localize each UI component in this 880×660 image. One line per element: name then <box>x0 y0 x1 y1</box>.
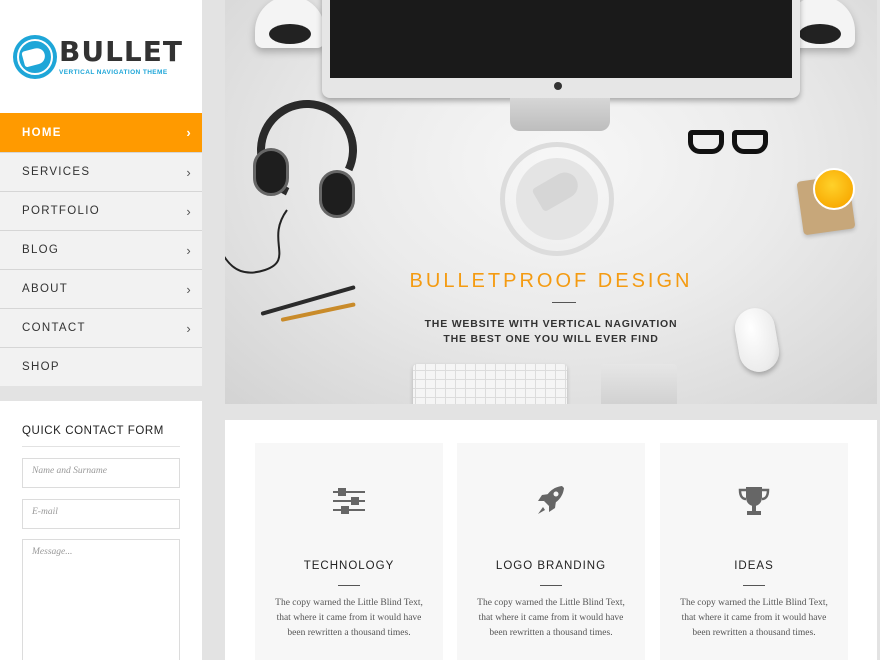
nav-item-label: SERVICES <box>22 166 91 178</box>
glasses-image <box>688 128 774 158</box>
chevron-right-icon: › <box>186 281 192 297</box>
brand-tagline: VERTICAL NAVIGATION THEME <box>59 69 168 76</box>
form-title: QUICK CONTACT FORM <box>22 425 180 447</box>
nav-item-portfolio[interactable]: PORTFOLIO › <box>0 191 202 230</box>
juice-glass-image <box>813 168 855 210</box>
hero-title: BULLETPROOF DESIGN <box>409 270 693 292</box>
email-field[interactable]: E-mail <box>22 499 180 529</box>
sidebar: BULLET VERTICAL NAVIGATION THEME HOME › … <box>0 0 202 660</box>
keyboard-image <box>413 364 567 404</box>
monitor-image <box>322 0 800 98</box>
brand-name: BULLET <box>59 35 183 68</box>
nav-item-label: HOME <box>22 126 62 139</box>
nav-item-label: SHOP <box>22 361 60 373</box>
trophy-icon <box>738 487 770 515</box>
nav-item-contact[interactable]: CONTACT › <box>0 308 202 347</box>
feature-divider <box>338 585 360 586</box>
feature-card-technology: TECHNOLOGY The copy warned the Little Bl… <box>255 443 443 660</box>
nav-item-shop[interactable]: SHOP <box>0 347 202 386</box>
monitor-stand <box>510 98 610 131</box>
apple-logo-icon <box>554 82 562 90</box>
feature-title: LOGO BRANDING <box>495 560 607 572</box>
nav-item-label: BLOG <box>22 244 60 256</box>
message-field[interactable]: Message... <box>22 539 180 660</box>
feature-text: The copy warned the Little Blind Text, t… <box>680 598 828 638</box>
quick-contact-form: QUICK CONTACT FORM Name and Surname E-ma… <box>0 401 202 660</box>
feature-text: The copy warned the Little Blind Text, t… <box>275 598 423 638</box>
hero-divider <box>552 302 576 303</box>
nav-item-label: PORTFOLIO <box>22 205 100 217</box>
feature-title: IDEAS <box>734 560 774 572</box>
rocket-icon <box>538 486 564 514</box>
trackpad-image <box>601 364 677 404</box>
sliders-icon <box>333 488 365 514</box>
features-section: TECHNOLOGY The copy warned the Little Bl… <box>225 420 877 660</box>
hero-subtitle-line2: THE BEST ONE YOU WILL EVER FIND <box>443 333 659 345</box>
feature-text: The copy warned the Little Blind Text, t… <box>477 598 625 638</box>
name-field[interactable]: Name and Surname <box>22 458 180 488</box>
chevron-right-icon: › <box>186 242 192 258</box>
chevron-right-icon: › <box>186 164 192 180</box>
nav-item-services[interactable]: SERVICES › <box>0 152 202 191</box>
main-nav: HOME › SERVICES › PORTFOLIO › BLOG › ABO… <box>0 113 202 386</box>
headphone-cable <box>225 209 288 274</box>
feature-card-ideas: IDEAS The copy warned the Little Blind T… <box>660 443 848 660</box>
nav-item-blog[interactable]: BLOG › <box>0 230 202 269</box>
chevron-right-icon: › <box>186 203 192 219</box>
nav-item-about[interactable]: ABOUT › <box>0 269 202 308</box>
speaker-image <box>255 0 325 48</box>
hero-banner: BULLETPROOF DESIGN THE WEBSITE WITH VERT… <box>225 0 877 404</box>
feature-divider <box>743 585 765 586</box>
chevron-right-icon: › <box>186 125 192 140</box>
logo[interactable]: BULLET VERTICAL NAVIGATION THEME <box>0 0 202 113</box>
hero-subtitle-line1: THE WEBSITE WITH VERTICAL NAGIVATION <box>424 318 678 330</box>
bullet-logo-icon <box>13 35 57 79</box>
bullet-emblem-icon <box>500 142 614 256</box>
nav-item-home[interactable]: HOME › <box>0 113 202 152</box>
feature-divider <box>540 585 562 586</box>
chevron-right-icon: › <box>186 320 192 336</box>
feature-title: TECHNOLOGY <box>303 560 395 572</box>
nav-item-label: CONTACT <box>22 322 86 334</box>
feature-card-logo-branding: LOGO BRANDING The copy warned the Little… <box>457 443 645 660</box>
nav-item-label: ABOUT <box>22 283 69 295</box>
mouse-image <box>731 305 783 375</box>
